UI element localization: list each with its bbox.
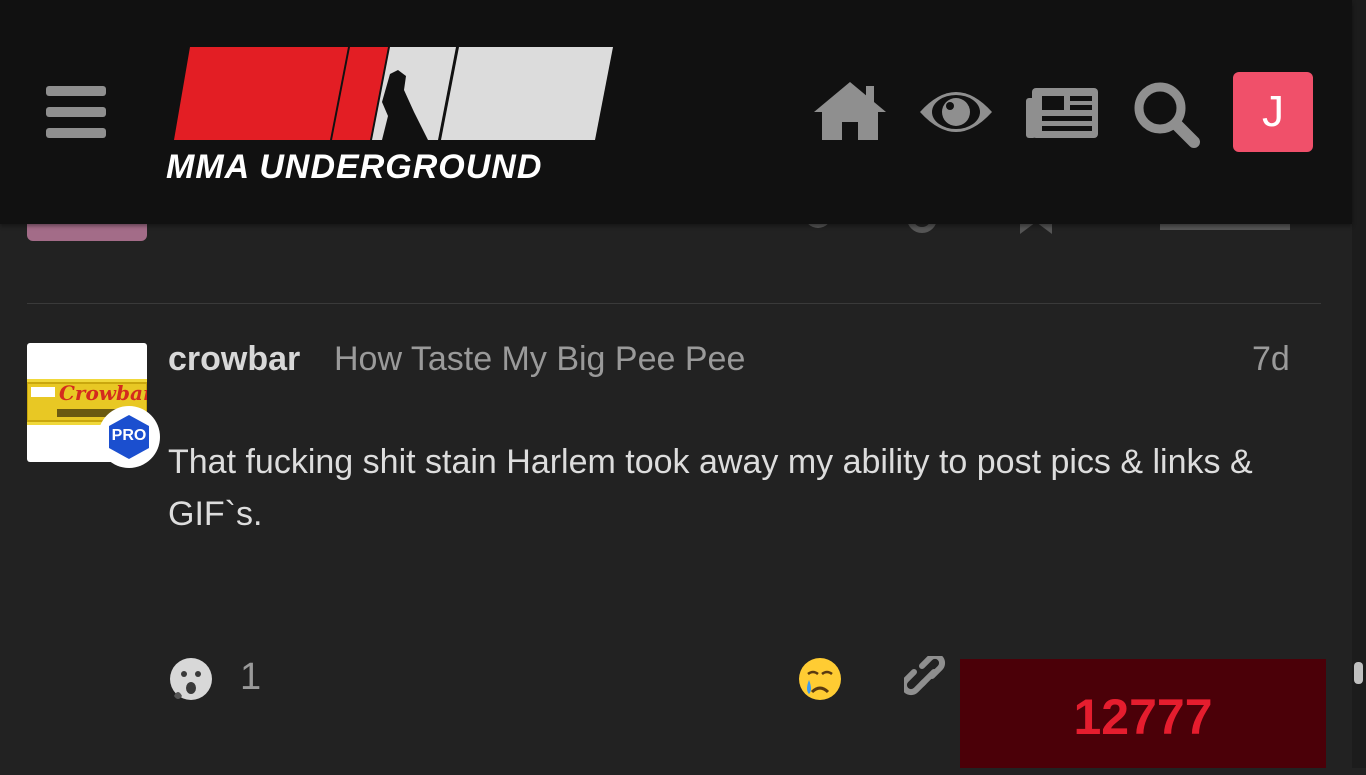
logo-graphic: [174, 47, 613, 140]
link-icon[interactable]: [900, 652, 952, 702]
post-username[interactable]: crowbar: [168, 340, 300, 379]
logo-text: MMA UNDERGROUND: [166, 148, 543, 186]
user-avatar-button[interactable]: J: [1233, 72, 1313, 152]
pro-badge-label: PRO: [111, 427, 147, 444]
avatar-label: Crowbar: [59, 381, 147, 405]
open-mouth-emoji-icon[interactable]: [168, 656, 214, 702]
post-body: That fucking shit stain Harlem took away…: [168, 443, 1253, 533]
counter-overlay: 12777: [960, 659, 1326, 768]
crying-face-icon[interactable]: [797, 656, 843, 702]
menu-icon[interactable]: [46, 86, 106, 140]
search-icon[interactable]: [1130, 78, 1210, 148]
site-header: MMA UNDERGROUND J: [0, 0, 1352, 224]
scrollbar-thumb[interactable]: [1354, 662, 1363, 684]
post-divider: [27, 303, 1321, 304]
newspaper-icon[interactable]: [1024, 78, 1104, 148]
eye-icon[interactable]: [918, 78, 998, 148]
site-logo[interactable]: MMA UNDERGROUND: [162, 44, 618, 186]
post-date[interactable]: 7d: [1252, 340, 1290, 379]
home-icon[interactable]: [812, 78, 892, 148]
scrollbar[interactable]: [1352, 0, 1366, 768]
reaction-count: 1: [240, 656, 262, 698]
pro-badge: PRO: [98, 406, 160, 468]
user-title: How Taste My Big Pee Pee: [334, 340, 746, 378]
